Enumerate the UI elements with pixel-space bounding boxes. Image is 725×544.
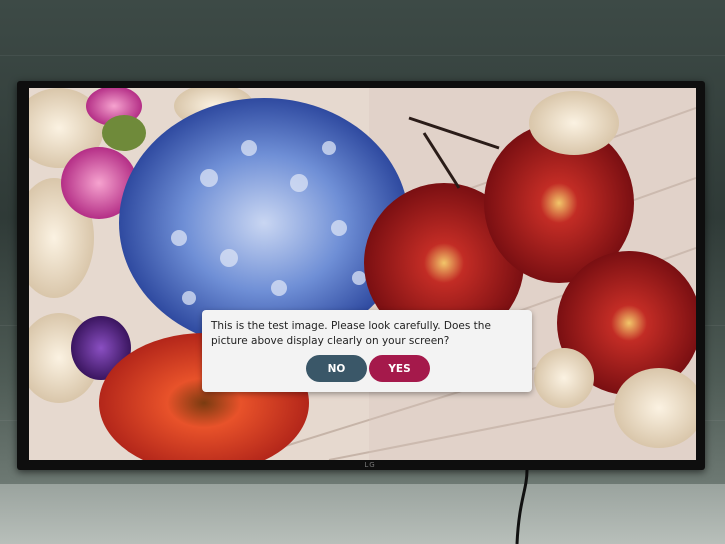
yes-button[interactable]: YES xyxy=(369,355,430,382)
test-image-dialog: This is the test image. Please look care… xyxy=(202,310,532,392)
flower-test-image xyxy=(29,88,696,460)
dialog-message: This is the test image. Please look care… xyxy=(211,320,491,347)
wall-line xyxy=(0,55,725,56)
power-cable xyxy=(515,470,529,544)
no-button[interactable]: NO xyxy=(306,355,367,382)
floor xyxy=(0,484,725,544)
brand-logo: LG xyxy=(364,461,376,469)
tv-screen: This is the test image. Please look care… xyxy=(29,88,696,460)
